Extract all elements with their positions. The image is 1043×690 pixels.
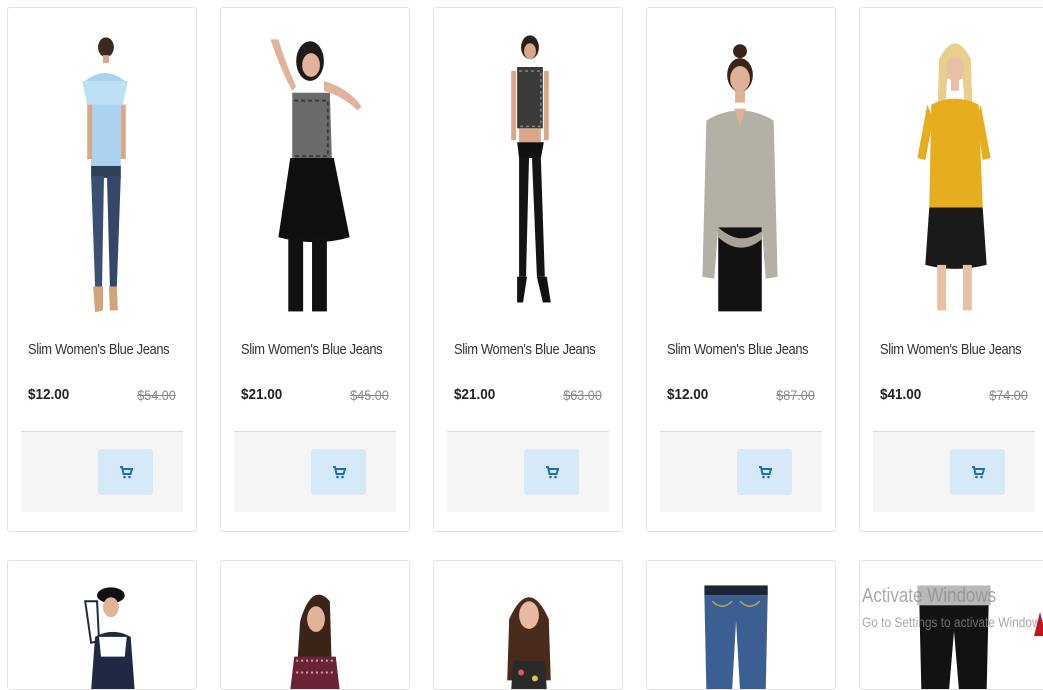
product-photo [704,585,768,689]
product-image[interactable] [221,8,409,318]
card-footer [21,431,183,512]
card-footer [447,431,609,512]
product-price: $21.00 [241,386,283,403]
product-image[interactable] [8,8,196,318]
cart-icon [545,466,559,479]
product-price: $21.00 [454,386,496,403]
add-to-cart-button[interactable] [950,449,1005,495]
product-photo [511,35,551,303]
product-card[interactable]: Slim Women's Blue Jeans $21.00 $63.00 [433,7,623,532]
product-title[interactable]: Slim Women's Blue Jeans [241,341,383,358]
cart-icon [119,466,133,479]
product-card[interactable] [646,560,836,690]
add-to-cart-button[interactable] [311,449,366,495]
product-card[interactable]: Slim Women's Blue Jeans $41.00 $74.00 [859,7,1043,532]
product-photo [702,44,778,312]
product-price: $12.00 [667,386,709,403]
product-card[interactable] [7,560,197,690]
product-price: $41.00 [880,386,922,403]
product-photo [917,585,991,689]
product-title[interactable]: Slim Women's Blue Jeans [880,341,1022,358]
add-to-cart-button[interactable] [98,449,153,495]
cart-icon [332,466,346,479]
product-card[interactable]: Slim Women's Blue Jeans $21.00 $45.00 [220,7,410,532]
product-card[interactable] [220,560,410,690]
product-image[interactable] [434,561,622,689]
product-photo [270,39,362,312]
card-footer [660,431,822,512]
product-old-price: $63.00 [563,387,602,403]
card-footer [234,431,396,512]
product-photo [917,43,991,311]
cart-icon [758,466,772,479]
product-price: $12.00 [28,386,70,403]
product-image[interactable] [647,561,835,689]
product-old-price: $54.00 [137,387,176,403]
product-card[interactable]: Slim Women's Blue Jeans $12.00 $87.00 [646,7,836,532]
mouse-cursor-icon [1034,612,1043,636]
product-old-price: $74.00 [989,387,1028,403]
product-image[interactable] [8,561,196,689]
product-image[interactable] [221,561,409,689]
product-photo [507,597,551,689]
product-title[interactable]: Slim Women's Blue Jeans [667,341,809,358]
card-footer [873,431,1035,512]
product-card[interactable] [859,560,1043,690]
product-card[interactable] [433,560,623,690]
add-to-cart-button[interactable] [737,449,792,495]
cart-icon [971,466,985,479]
product-card[interactable]: Slim Women's Blue Jeans $12.00 $54.00 [7,7,197,532]
product-title[interactable]: Slim Women's Blue Jeans [454,341,596,358]
product-title[interactable]: Slim Women's Blue Jeans [28,341,170,358]
product-image[interactable] [647,8,835,318]
add-to-cart-button[interactable] [524,449,579,495]
product-photo [82,37,128,313]
product-old-price: $87.00 [776,387,815,403]
product-photo [290,594,340,689]
product-image[interactable] [434,8,622,318]
product-photo [84,587,135,689]
product-old-price: $45.00 [350,387,389,403]
product-image[interactable] [860,561,1043,689]
product-image[interactable] [860,8,1043,318]
